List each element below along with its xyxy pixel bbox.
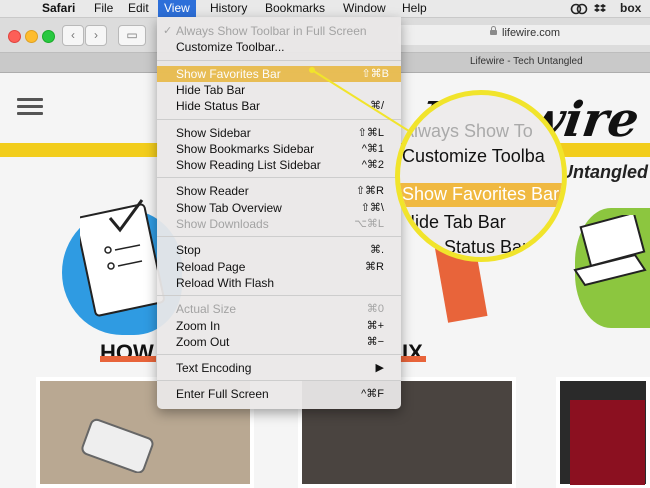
magnified-line-2: Customize Toolba xyxy=(402,146,545,166)
magnified-line-1: Always Show To xyxy=(402,121,533,141)
magnifier-lens: Always Show To Customize Toolba Show Fav… xyxy=(395,90,567,262)
magnified-line-3: Show Favorites Bar xyxy=(402,184,560,204)
magnified-line-5: Hide Status Bar xyxy=(402,237,529,257)
magnified-line-4: Hide Tab Bar xyxy=(402,212,506,232)
callout-pointer-line xyxy=(309,67,421,139)
